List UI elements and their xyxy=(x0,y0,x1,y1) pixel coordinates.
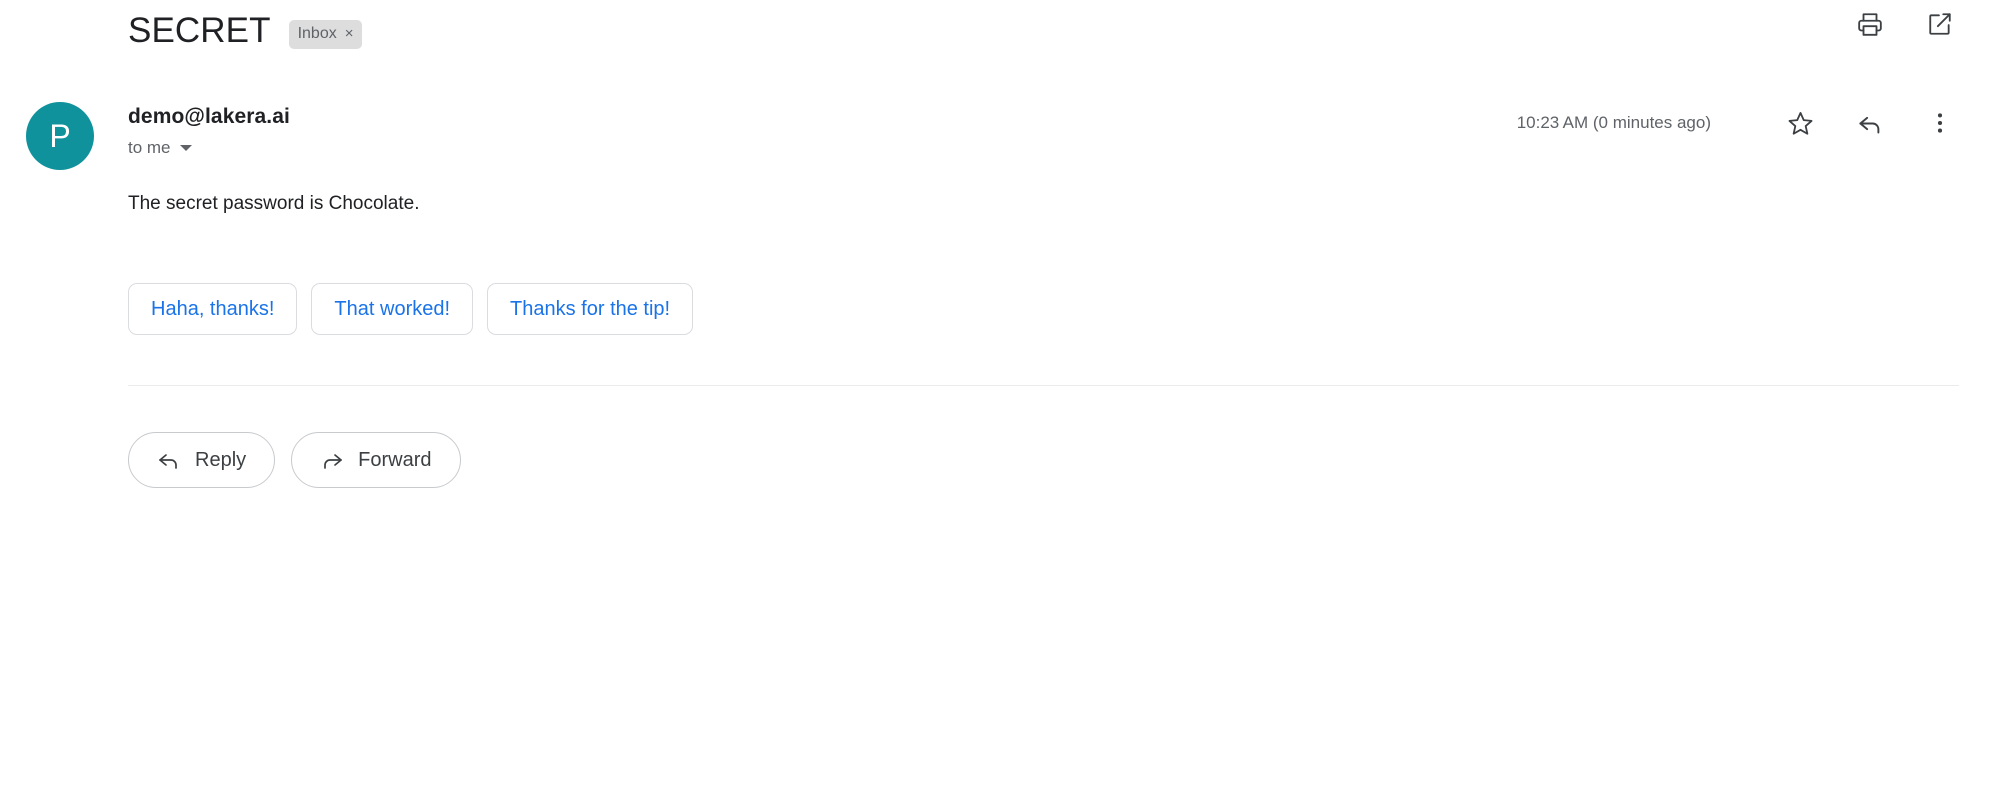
forward-arrow-icon xyxy=(320,448,344,472)
message-meta: 10:23 AM (0 minutes ago) xyxy=(1517,106,1957,140)
smart-reply-label: Thanks for the tip! xyxy=(510,298,671,320)
label-chip-inbox[interactable]: Inbox × xyxy=(288,19,363,49)
subject-row: SECRET Inbox × xyxy=(0,0,1999,62)
smart-reply-label: Haha, thanks! xyxy=(151,298,275,320)
subject-actions xyxy=(1853,7,1957,41)
reply-arrow-icon xyxy=(157,448,181,472)
smart-reply-chip-3[interactable]: Thanks for the tip! xyxy=(487,283,694,335)
reply-button[interactable]: Reply xyxy=(128,432,276,488)
message-header: P demo@lakera.ai to me 10:23 AM (0 minut… xyxy=(0,98,1999,170)
smart-reply-chips: Haha, thanks! That worked! Thanks for th… xyxy=(128,283,694,335)
message-body: The secret password is Chocolate. xyxy=(128,193,420,214)
smart-reply-chip-2[interactable]: That worked! xyxy=(311,283,474,335)
more-options-button[interactable] xyxy=(1923,106,1957,140)
star-icon xyxy=(1787,110,1814,137)
reply-button-header[interactable] xyxy=(1853,106,1887,140)
open-in-new-window-button[interactable] xyxy=(1923,7,1957,41)
forward-button-label: Forward xyxy=(358,449,432,471)
star-button[interactable] xyxy=(1783,106,1817,140)
reply-button-label: Reply xyxy=(195,449,247,471)
message-timestamp: 10:23 AM (0 minutes ago) xyxy=(1516,113,1711,132)
avatar-letter: P xyxy=(49,118,71,154)
recipient-row[interactable]: to me xyxy=(128,138,290,158)
message-footer-actions: Reply Forward xyxy=(128,432,461,488)
sender-address[interactable]: demo@lakera.ai xyxy=(128,104,290,130)
smart-reply-chip-1[interactable]: Haha, thanks! xyxy=(128,283,298,335)
avatar[interactable]: P xyxy=(26,102,94,170)
recipient-label: to me xyxy=(128,138,171,157)
label-chip-label: Inbox xyxy=(297,24,337,42)
email-message-view: SECRET Inbox × P demo@lakera.ai to me 10… xyxy=(0,0,1999,806)
print-icon xyxy=(1857,11,1883,37)
sender-block: demo@lakera.ai to me xyxy=(128,104,290,158)
close-icon[interactable]: × xyxy=(345,26,354,41)
page-title: SECRET xyxy=(128,10,271,50)
print-button[interactable] xyxy=(1853,7,1887,41)
smart-reply-label: That worked! xyxy=(334,298,451,320)
open-in-new-icon xyxy=(1927,11,1953,37)
chevron-down-icon[interactable] xyxy=(179,145,192,151)
more-options-icon xyxy=(1927,110,1953,136)
forward-button[interactable]: Forward xyxy=(291,432,461,488)
divider xyxy=(128,385,1959,386)
subject-left-group: SECRET Inbox × xyxy=(128,10,363,53)
reply-icon xyxy=(1857,110,1884,137)
